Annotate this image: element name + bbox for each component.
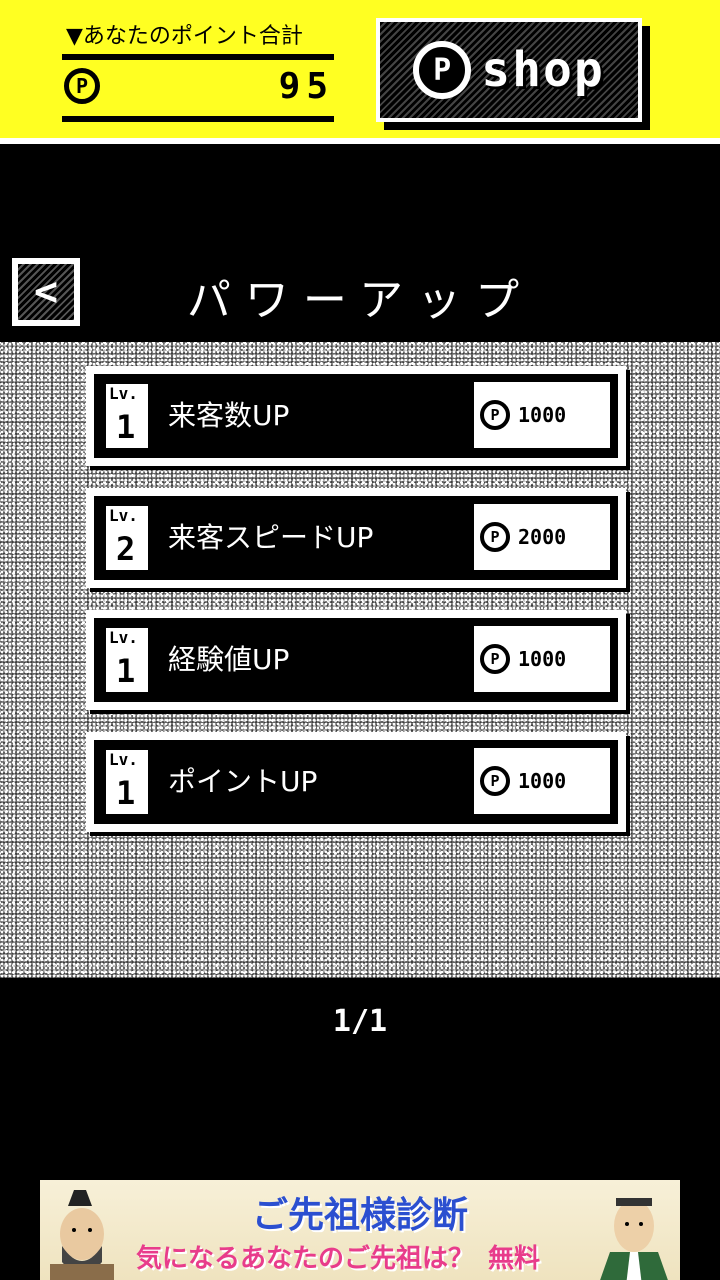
level-badge: Lv. 1: [104, 626, 150, 694]
point-coin-icon: P: [480, 522, 510, 552]
upgrade-item-visitor-speed[interactable]: Lv. 2 来客スピードUP P 2000: [86, 488, 626, 588]
shop-label: shop: [481, 42, 605, 98]
page-title: パワーアップ: [186, 275, 534, 326]
page-indicator: 1/1: [332, 1004, 388, 1039]
points-total: 95: [278, 66, 334, 107]
upgrade-name: ポイントUP: [168, 765, 318, 798]
buy-button[interactable]: P 2000: [474, 504, 610, 570]
samurai-portrait-icon: [600, 1198, 668, 1280]
price: 1000: [518, 769, 567, 793]
level-number: 2: [116, 530, 136, 568]
upgrade-name: 経験値UP: [168, 643, 290, 676]
upgrade-item-visitor-count[interactable]: Lv. 1 来客数UP P 1000: [86, 366, 626, 466]
divider: [62, 54, 334, 60]
upgrade-name: 来客スピードUP: [168, 521, 374, 554]
ad-subtitle-text: 気になるあなたのご先祖は？: [136, 1244, 475, 1274]
level-badge: Lv. 2: [104, 504, 150, 572]
ad-title: ご先祖様診断: [251, 1194, 468, 1236]
level-label: Lv.: [109, 384, 138, 403]
ad-subtitle: 気になるあなたのご先祖は？ 無料: [136, 1238, 540, 1275]
level-number: 1: [116, 408, 136, 446]
price: 1000: [518, 647, 567, 671]
point-coin-icon: P: [480, 644, 510, 674]
point-coin-icon: P: [64, 68, 100, 104]
level-badge: Lv. 1: [104, 382, 150, 450]
upgrade-name: 来客数UP: [168, 399, 290, 432]
shop-button[interactable]: P shop: [376, 18, 642, 122]
points-label: ▼あなたのポイント合計: [66, 24, 303, 49]
price: 1000: [518, 403, 567, 427]
buy-button[interactable]: P 1000: [474, 626, 610, 692]
upgrade-item-points[interactable]: Lv. 1 ポイントUP P 1000: [86, 732, 626, 832]
divider: [62, 116, 334, 122]
upgrade-item-experience[interactable]: Lv. 1 経験値UP P 1000: [86, 610, 626, 710]
point-coin-icon: P: [413, 41, 472, 99]
level-label: Lv.: [109, 628, 138, 647]
level-label: Lv.: [109, 750, 138, 769]
level-number: 1: [116, 652, 136, 690]
ad-free-badge: 無料: [488, 1244, 541, 1274]
price: 2000: [518, 525, 567, 549]
point-coin-icon: P: [480, 766, 510, 796]
buy-button[interactable]: P 1000: [474, 382, 610, 448]
level-label: Lv.: [109, 506, 138, 525]
level-number: 1: [116, 774, 136, 812]
ad-banner[interactable]: ご先祖様診断 気になるあなたのご先祖は？ 無料: [40, 1180, 680, 1280]
level-badge: Lv. 1: [104, 748, 150, 816]
buy-button[interactable]: P 1000: [474, 748, 610, 814]
points-bar: ▼あなたのポイント合計 P 95 P shop: [0, 0, 720, 144]
point-coin-icon: P: [480, 400, 510, 430]
